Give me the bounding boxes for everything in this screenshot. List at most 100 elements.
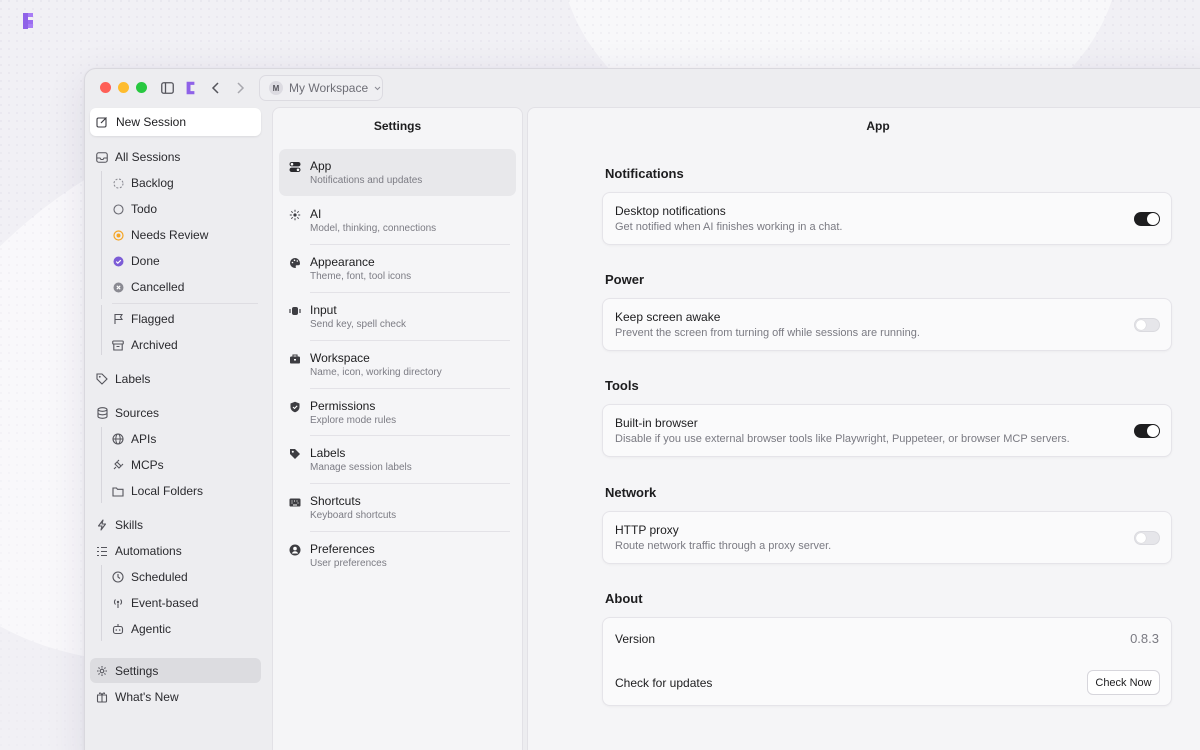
- keep-screen-awake-toggle[interactable]: [1134, 318, 1160, 332]
- settings-item-app[interactable]: App Notifications and updates: [279, 149, 516, 196]
- setting-title: Keep screen awake: [615, 310, 721, 324]
- sidebar-item-apis[interactable]: APIs: [112, 427, 156, 451]
- sidebar-item-local-folders[interactable]: Local Folders: [112, 479, 203, 503]
- notifications-card: Desktop notifications Get notified when …: [602, 192, 1172, 245]
- sidebar-item-scheduled[interactable]: Scheduled: [112, 565, 188, 589]
- sidebar-item-label: Backlog: [131, 176, 174, 190]
- compose-icon: [96, 117, 107, 128]
- sidebar-toggle-icon[interactable]: [158, 79, 176, 97]
- settings-item-appearance[interactable]: Appearance Theme, font, tool icons: [279, 245, 516, 292]
- settings-item-input[interactable]: Input Send key, spell check: [279, 293, 516, 340]
- setting-title: Built-in browser: [615, 416, 698, 430]
- zoom-window-button[interactable]: [136, 82, 147, 93]
- sidebar-item-all-sessions[interactable]: All Sessions: [96, 145, 180, 169]
- settings-item-title: Permissions: [310, 399, 376, 413]
- sidebar-item-label: Automations: [115, 544, 182, 558]
- tag-icon: [289, 448, 301, 460]
- sidebar-item-label: Settings: [115, 664, 159, 678]
- settings-detail-panel: App Notifications Desktop notifications …: [527, 107, 1200, 750]
- inbox-icon: [96, 151, 108, 163]
- sidebar-item-label: APIs: [131, 432, 157, 446]
- sidebar-item-label: Needs Review: [131, 228, 209, 242]
- palette-icon: [289, 257, 301, 269]
- database-icon: [96, 407, 108, 419]
- power-card: Keep screen awake Prevent the screen fro…: [602, 298, 1172, 351]
- tree-line: [101, 305, 102, 355]
- settings-item-title: Shortcuts: [310, 494, 361, 508]
- settings-item-preferences[interactable]: Preferences User preferences: [279, 532, 516, 579]
- section-heading-tools: Tools: [605, 378, 639, 393]
- workspace-avatar: M: [269, 81, 283, 95]
- minimize-window-button[interactable]: [118, 82, 129, 93]
- todo-circle-icon: [112, 203, 124, 215]
- setting-description: Disable if you use external browser tool…: [615, 433, 1070, 445]
- built-in-browser-toggle[interactable]: [1134, 424, 1160, 438]
- sidebar-item-label: Agentic: [131, 622, 172, 636]
- shield-icon: [289, 401, 301, 413]
- app-logo-icon[interactable]: [181, 79, 199, 97]
- cancelled-x-icon: [112, 281, 124, 293]
- sidebar-item-automations[interactable]: Automations: [96, 539, 182, 563]
- settings-item-subtitle: Notifications and updates: [310, 175, 423, 186]
- sidebar-item-event-based[interactable]: Event-based: [112, 591, 198, 615]
- sidebar-item-backlog[interactable]: Backlog: [112, 171, 174, 195]
- sidebar-item-sources[interactable]: Sources: [96, 401, 159, 425]
- settings-item-workspace[interactable]: Workspace Name, icon, working directory: [279, 341, 516, 388]
- settings-list-panel: Settings App Notifications and updates A…: [272, 107, 523, 750]
- tag-icon: [96, 373, 108, 385]
- settings-item-subtitle: Send key, spell check: [310, 319, 406, 330]
- back-arrow-icon[interactable]: [207, 79, 225, 97]
- settings-item-shortcuts[interactable]: Shortcuts Keyboard shortcuts: [279, 484, 516, 531]
- sidebar-item-label: All Sessions: [115, 150, 181, 164]
- sidebar-item-labels[interactable]: Labels: [96, 367, 150, 391]
- settings-item-title: Preferences: [310, 542, 375, 556]
- setting-description: Get notified when AI finishes working in…: [615, 221, 843, 233]
- sidebar-item-label: Flagged: [131, 312, 175, 326]
- settings-item-subtitle: Keyboard shortcuts: [310, 510, 397, 521]
- sparkle-icon: [289, 209, 301, 221]
- sidebar: New Session All Sessions Backlog Todo Ne…: [85, 107, 271, 750]
- workspace-selector[interactable]: M My Workspace: [259, 75, 383, 101]
- setting-description: Prevent the screen from turning off whil…: [615, 327, 920, 339]
- desktop-notifications-toggle[interactable]: [1134, 212, 1160, 226]
- section-heading-network: Network: [605, 485, 657, 500]
- settings-item-subtitle: Theme, font, tool icons: [310, 271, 412, 282]
- sidebar-item-label: Sources: [115, 406, 160, 420]
- settings-item-title: Workspace: [310, 351, 370, 365]
- clock-icon: [112, 571, 124, 583]
- sidebar-item-todo[interactable]: Todo: [112, 197, 157, 221]
- settings-item-title: AI: [310, 207, 322, 221]
- settings-item-permissions[interactable]: Permissions Explore mode rules: [279, 389, 516, 436]
- settings-item-ai[interactable]: AI Model, thinking, connections: [279, 197, 516, 244]
- close-window-button[interactable]: [100, 82, 111, 93]
- setting-title: HTTP proxy: [615, 523, 679, 537]
- folder-icon: [112, 485, 124, 497]
- setting-description: Route network traffic through a proxy se…: [615, 540, 832, 552]
- settings-item-title: Labels: [310, 446, 346, 460]
- section-heading-power: Power: [605, 272, 645, 287]
- globe-icon: [112, 433, 124, 445]
- http-proxy-toggle[interactable]: [1134, 531, 1160, 545]
- settings-item-subtitle: Model, thinking, connections: [310, 223, 437, 234]
- sidebar-item-needs-review[interactable]: Needs Review: [112, 223, 208, 247]
- settings-item-labels[interactable]: Labels Manage session labels: [279, 436, 516, 483]
- sidebar-item-mcps[interactable]: MCPs: [112, 453, 164, 477]
- sidebar-item-settings[interactable]: Settings: [96, 659, 158, 683]
- check-now-button[interactable]: Check Now: [1087, 670, 1160, 695]
- sidebar-item-cancelled[interactable]: Cancelled: [112, 275, 184, 299]
- workspace-name: My Workspace: [289, 81, 369, 95]
- sidebar-item-skills[interactable]: Skills: [96, 513, 143, 537]
- sidebar-item-whats-new[interactable]: What's New: [96, 685, 179, 709]
- network-card: HTTP proxy Route network traffic through…: [602, 511, 1172, 564]
- sidebar-item-flagged[interactable]: Flagged: [112, 307, 174, 331]
- sidebar-item-agentic[interactable]: Agentic: [112, 617, 171, 641]
- forward-arrow-icon[interactable]: [231, 79, 249, 97]
- sidebar-item-label: Local Folders: [131, 484, 204, 498]
- briefcase-icon: [289, 353, 301, 365]
- user-icon: [289, 544, 301, 556]
- sidebar-item-done[interactable]: Done: [112, 249, 160, 273]
- bolt-icon: [96, 519, 108, 531]
- new-session-button[interactable]: New Session: [90, 108, 261, 136]
- sidebar-item-archived[interactable]: Archived: [112, 333, 178, 357]
- done-check-icon: [112, 255, 124, 267]
